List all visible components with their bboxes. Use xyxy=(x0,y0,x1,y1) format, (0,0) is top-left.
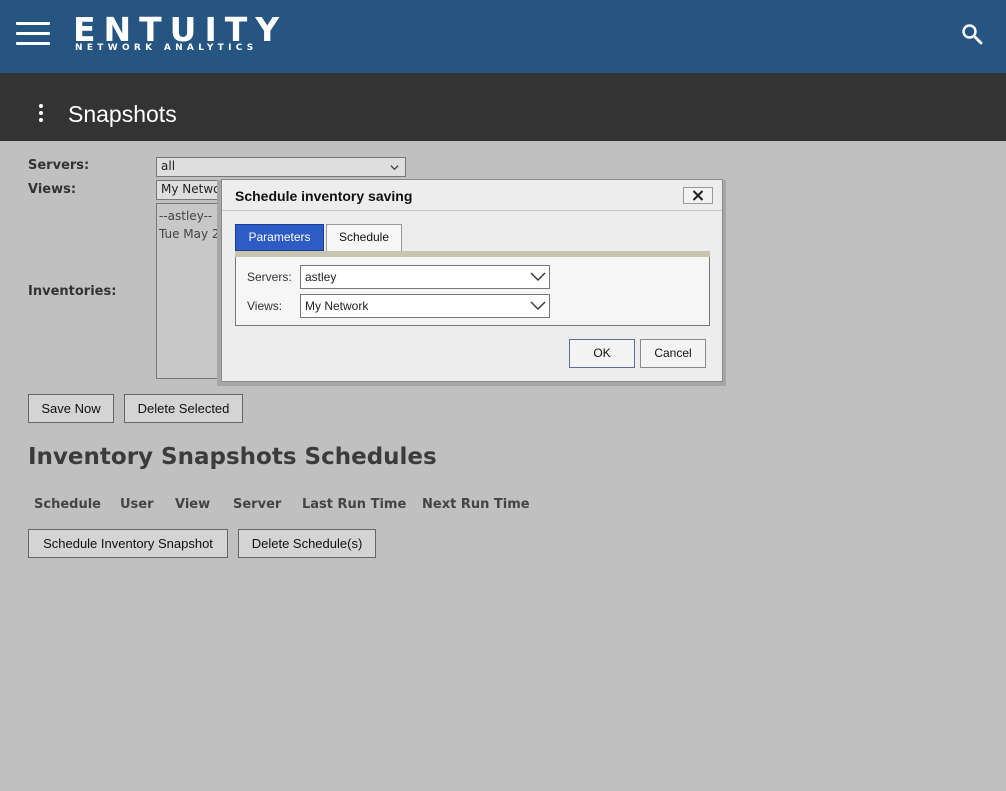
schedule-dialog: Schedule inventory saving Parameters Sch… xyxy=(221,179,723,382)
close-icon xyxy=(692,190,704,201)
inventories-label: Inventories: xyxy=(28,284,117,299)
tab-parameters[interactable]: Parameters xyxy=(235,224,324,251)
menu-icon[interactable] xyxy=(16,20,50,46)
dialog-close-button[interactable] xyxy=(683,187,713,204)
column-header-next-run-time: Next Run Time xyxy=(422,497,530,512)
logo-tagline: NETWORK ANALYTICS xyxy=(75,43,258,53)
servers-select[interactable]: all xyxy=(156,157,406,177)
search-icon[interactable] xyxy=(960,22,984,46)
ok-button[interactable]: OK xyxy=(569,339,635,368)
column-header-last-run-time: Last Run Time xyxy=(302,497,407,512)
chevron-down-icon xyxy=(530,301,546,310)
delete-schedules-button[interactable]: Delete Schedule(s) xyxy=(238,529,376,558)
dialog-views-label: Views: xyxy=(247,299,283,313)
chevron-down-icon xyxy=(530,272,546,281)
dialog-servers-value: astley xyxy=(305,270,337,284)
delete-selected-button[interactable]: Delete Selected xyxy=(124,394,243,423)
servers-label: Servers: xyxy=(28,158,90,173)
dialog-views-value: My Network xyxy=(305,299,369,313)
column-header-view: View xyxy=(175,497,211,512)
servers-select-value: all xyxy=(161,159,176,173)
more-options-icon[interactable] xyxy=(34,104,48,124)
parameters-panel: Servers: astley Views: My Network xyxy=(235,257,710,326)
save-now-button[interactable]: Save Now xyxy=(28,394,114,423)
schedules-title: Inventory Snapshots Schedules xyxy=(28,444,437,470)
schedule-inventory-snapshot-button[interactable]: Schedule Inventory Snapshot xyxy=(28,529,228,558)
views-label: Views: xyxy=(28,182,77,197)
tab-schedule[interactable]: Schedule xyxy=(326,224,402,251)
dialog-servers-select[interactable]: astley xyxy=(300,265,550,289)
column-header-user: User xyxy=(120,497,154,512)
chevron-down-icon xyxy=(390,165,399,171)
dialog-title: Schedule inventory saving xyxy=(235,188,413,204)
dialog-servers-label: Servers: xyxy=(247,270,292,284)
dialog-views-select[interactable]: My Network xyxy=(300,294,550,318)
column-header-schedule: Schedule xyxy=(34,497,101,512)
cancel-button[interactable]: Cancel xyxy=(640,339,706,368)
page-title: Snapshots xyxy=(68,101,177,127)
column-header-server: Server xyxy=(233,497,282,512)
dialog-title-divider xyxy=(222,210,722,211)
